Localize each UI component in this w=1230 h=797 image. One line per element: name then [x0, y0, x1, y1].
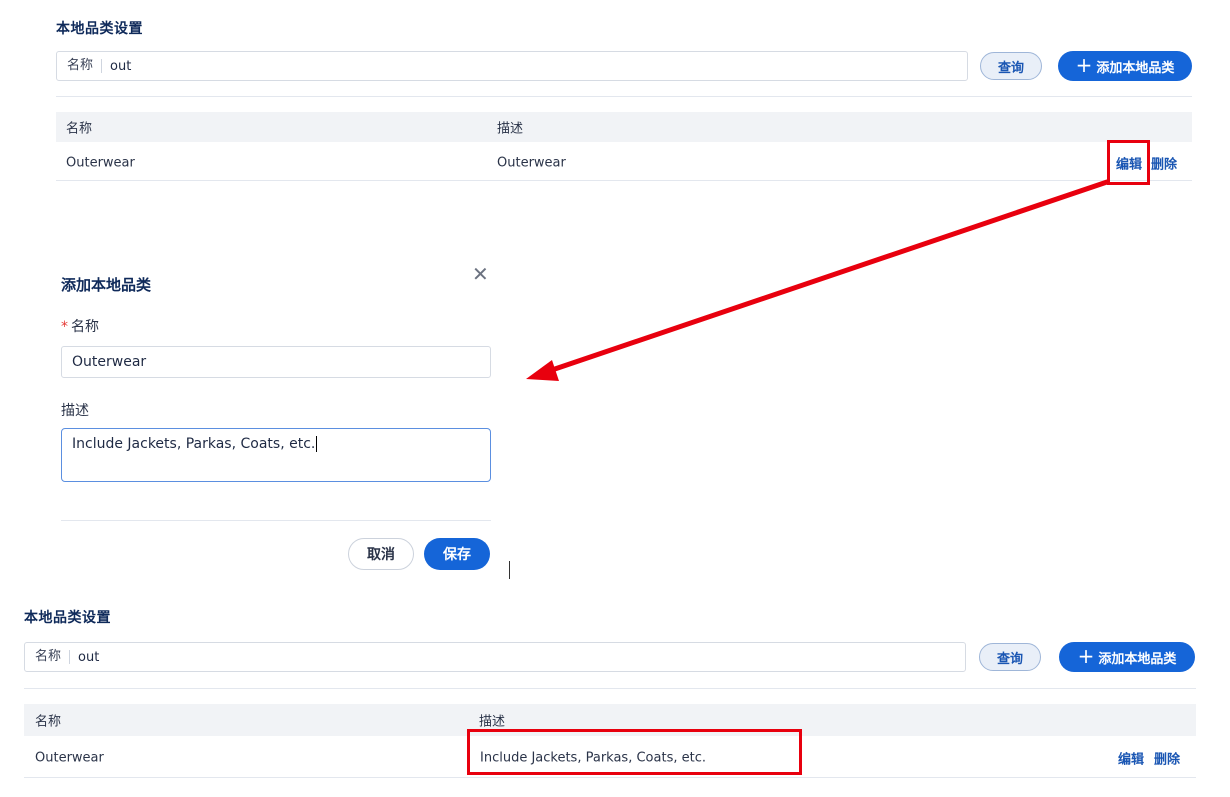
close-icon[interactable]: ✕	[472, 262, 489, 286]
name-field-value: Outerwear	[72, 354, 147, 370]
edit-link[interactable]: 编辑	[1118, 748, 1144, 767]
text-caret	[316, 436, 318, 452]
search-label: 名称	[35, 650, 71, 664]
header-description: 描述	[479, 714, 506, 730]
header-name: 名称	[35, 714, 62, 730]
add-category-label: 添加本地品类	[1098, 651, 1177, 667]
description-field[interactable]: Include Jackets, Parkas, Coats, etc.	[61, 428, 491, 482]
mouse-text-cursor	[509, 561, 510, 579]
plus-icon: +	[1077, 644, 1095, 668]
description-field-value: Include Jackets, Parkas, Coats, etc.	[72, 436, 316, 452]
divider	[24, 688, 1196, 689]
page-title: 本地品类设置	[24, 610, 111, 626]
name-field-label: * 名称	[61, 319, 99, 335]
required-marker: *	[61, 319, 68, 335]
modal-title: 添加本地品类	[61, 276, 152, 294]
cancel-button[interactable]: 取消	[348, 538, 414, 570]
query-button[interactable]: 查询	[979, 643, 1041, 671]
name-field[interactable]: Outerwear	[61, 346, 491, 378]
description-field-label: 描述	[61, 403, 89, 419]
search-value: out	[78, 649, 100, 665]
search-input[interactable]: 名称 out	[24, 642, 966, 672]
save-button[interactable]: 保存	[424, 538, 490, 570]
modal-divider	[61, 520, 491, 521]
row-name: Outerwear	[35, 750, 104, 765]
description-highlight-box	[467, 729, 802, 775]
add-category-button[interactable]: + 添加本地品类	[1059, 642, 1195, 672]
delete-link[interactable]: 删除	[1154, 748, 1180, 767]
red-arrow	[526, 179, 1110, 381]
